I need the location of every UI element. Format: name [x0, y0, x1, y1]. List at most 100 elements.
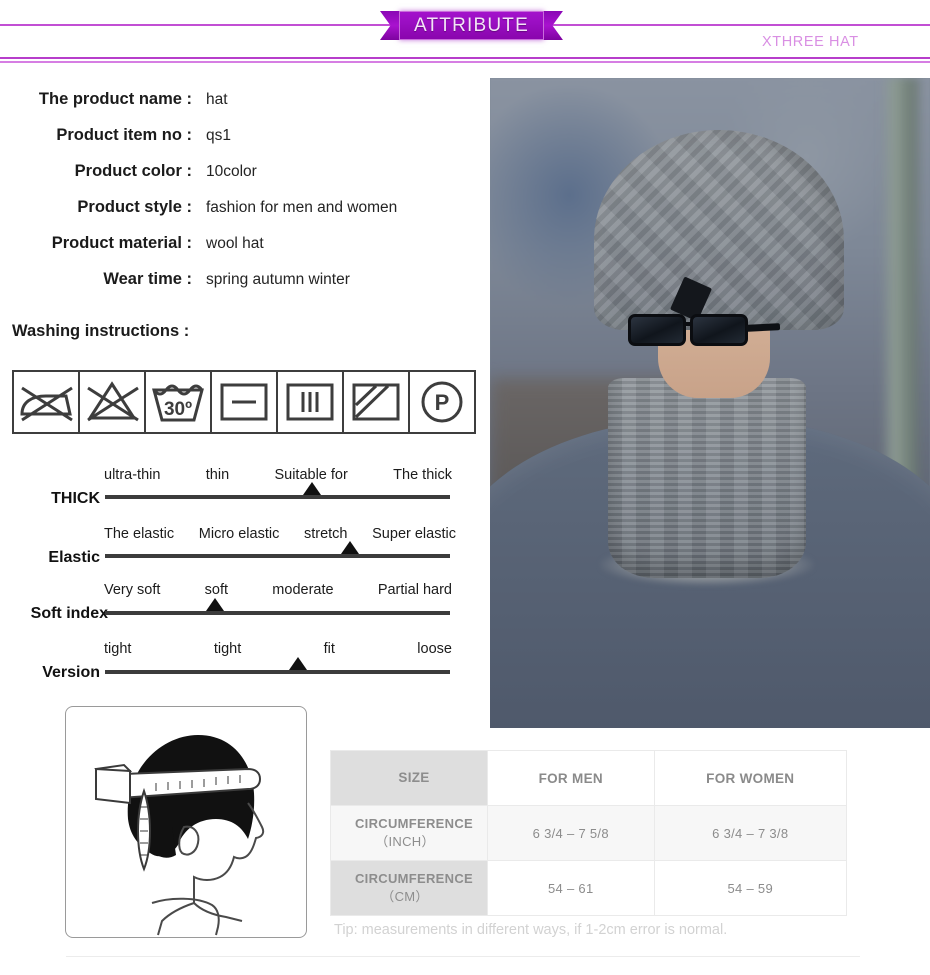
scale-tick: The thick	[393, 467, 452, 483]
info-value: qs1	[206, 127, 231, 144]
scale-tick-labels: tight tight fit loose	[104, 641, 452, 657]
dry-clean-p-icon: P	[408, 370, 476, 434]
bottom-divider	[66, 956, 860, 957]
row-label-unit: （INCH）	[375, 834, 435, 849]
ribbon-label: ATTRIBUTE	[414, 15, 529, 36]
table-row: CIRCUMFERENCE （CM） 54 – 61 54 – 59	[330, 860, 848, 916]
ribbon-tail-right-icon	[543, 11, 563, 40]
scale-marker-triangle-icon	[340, 541, 359, 554]
ribbon-center: ATTRIBUTE	[399, 11, 544, 40]
product-info-list: The product name : hat Product item no :…	[0, 90, 470, 306]
table-row-label-cm: CIRCUMFERENCE （CM）	[330, 860, 488, 916]
scale-tick: thin	[205, 467, 230, 483]
scale-thick: THICK ultra-thin thin Suitable for The t…	[0, 462, 490, 521]
attribute-scales: THICK ultra-thin thin Suitable for The t…	[0, 462, 490, 698]
row-label-unit: （CM）	[381, 889, 429, 904]
table-header-for-men: FOR MEN	[487, 750, 655, 806]
scale-tick: loose	[417, 641, 452, 657]
size-table-tip: Tip: measurements in different ways, if …	[334, 922, 728, 938]
row-label-text: CIRCUMFERENCE	[354, 816, 473, 832]
info-row: Product color : 10color	[0, 162, 470, 198]
info-label: Product material :	[51, 234, 192, 252]
header-rule-bottom-2	[0, 61, 930, 63]
scale-label: THICK	[51, 490, 100, 507]
head-diagram-svg	[94, 735, 265, 936]
scale-tick-labels: ultra-thin thin Suitable for The thick	[104, 467, 452, 483]
scale-tick-labels: Very soft soft moderate Partial hard	[104, 582, 452, 598]
scale-tick: fit	[323, 641, 335, 657]
scale-version: Version tight tight fit loose	[0, 639, 490, 698]
dry-in-shade-icon	[342, 370, 410, 434]
care-symbols-row: 30º P	[12, 370, 476, 434]
info-row: Product item no : qs1	[0, 126, 470, 162]
do-not-iron-icon	[12, 370, 80, 434]
info-value: 10color	[206, 163, 257, 180]
ear-outline	[178, 825, 200, 856]
info-row: Product material : wool hat	[0, 234, 470, 270]
scale-tick: Partial hard	[377, 582, 452, 598]
scale-label: Elastic	[48, 549, 100, 566]
info-label: Product style :	[77, 198, 192, 216]
scale-tick-labels: The elastic Micro elastic stretch Super …	[104, 526, 456, 542]
info-value: hat	[206, 91, 228, 108]
scale-tick: tight	[104, 641, 132, 657]
page-header: ATTRIBUTE XTHREE HAT	[0, 0, 930, 70]
header-rule-bottom-1	[0, 57, 930, 59]
table-header-for-women: FOR WOMEN	[653, 750, 848, 806]
head-circumference-measure-diagram	[65, 706, 307, 938]
table-cell-women-inch: 6 3/4 – 7 3/8	[653, 805, 848, 861]
info-label: Product item no :	[56, 126, 192, 144]
info-row: Product style : fashion for men and wome…	[0, 198, 470, 234]
scale-tick: Micro elastic	[198, 526, 280, 542]
scale-tick: Suitable for	[274, 467, 348, 483]
scale-tick: Super elastic	[372, 526, 456, 542]
scale-bar	[105, 611, 450, 615]
scale-tick: Very soft	[104, 582, 161, 598]
table-row-label-inch: CIRCUMFERENCE （INCH）	[330, 805, 488, 861]
scale-marker-triangle-icon	[303, 482, 321, 495]
scale-soft-index: Soft index Very soft soft moderate Parti…	[0, 580, 490, 639]
info-row: The product name : hat	[0, 90, 470, 126]
table-cell-men-inch: 6 3/4 – 7 5/8	[487, 805, 655, 861]
machine-wash-30-icon: 30º	[144, 370, 212, 434]
drip-dry-icon	[276, 370, 344, 434]
scale-bar	[105, 554, 450, 558]
scale-tick: moderate	[272, 582, 334, 598]
table-cell-men-cm: 54 – 61	[487, 860, 655, 916]
ribbon-tail-left-icon	[380, 11, 399, 40]
model-sunglasses	[628, 314, 781, 348]
info-label: Wear time :	[103, 270, 192, 288]
info-value: spring autumn winter	[206, 271, 350, 288]
scale-bar	[105, 670, 450, 674]
scale-label: Version	[42, 664, 100, 681]
info-label: Product color :	[74, 162, 192, 180]
table-header-size: SIZE	[330, 750, 488, 806]
dry-clean-letter-label: P	[435, 390, 450, 415]
row-label-text: CIRCUMFERENCE	[354, 871, 473, 887]
scale-elastic: Elastic The elastic Micro elastic stretc…	[0, 521, 490, 580]
wash-temperature-label: 30º	[164, 399, 192, 420]
info-value: fashion for men and women	[206, 199, 398, 216]
table-row: CIRCUMFERENCE （INCH） 6 3/4 – 7 5/8 6 3/4…	[330, 805, 848, 861]
scale-tick: tight	[213, 641, 242, 657]
info-row: Wear time : spring autumn winter	[0, 270, 470, 306]
model-neck-warmer	[608, 378, 806, 578]
product-photo	[490, 78, 930, 728]
scale-bar	[105, 495, 450, 499]
scale-tick: The elastic	[104, 526, 175, 542]
attribute-ribbon: ATTRIBUTE	[380, 11, 563, 40]
do-not-bleach-icon	[78, 370, 146, 434]
sunglasses-lens-right	[690, 314, 748, 346]
scale-label: Soft index	[30, 605, 108, 622]
scale-marker-triangle-icon	[206, 598, 225, 611]
size-table: SIZE FOR MEN FOR WOMEN CIRCUMFERENCE （IN…	[330, 750, 848, 916]
table-cell-women-cm: 54 – 59	[653, 860, 848, 916]
info-label: The product name :	[38, 90, 192, 108]
table-header-row: SIZE FOR MEN FOR WOMEN	[330, 750, 848, 806]
scale-tick: ultra-thin	[104, 467, 161, 483]
scale-tick: stretch	[303, 526, 348, 542]
washing-instructions-title: Washing instructions :	[12, 322, 190, 340]
scale-marker-triangle-icon	[289, 657, 308, 670]
dry-flat-icon	[210, 370, 278, 434]
brand-name: XTHREE HAT	[762, 34, 859, 50]
